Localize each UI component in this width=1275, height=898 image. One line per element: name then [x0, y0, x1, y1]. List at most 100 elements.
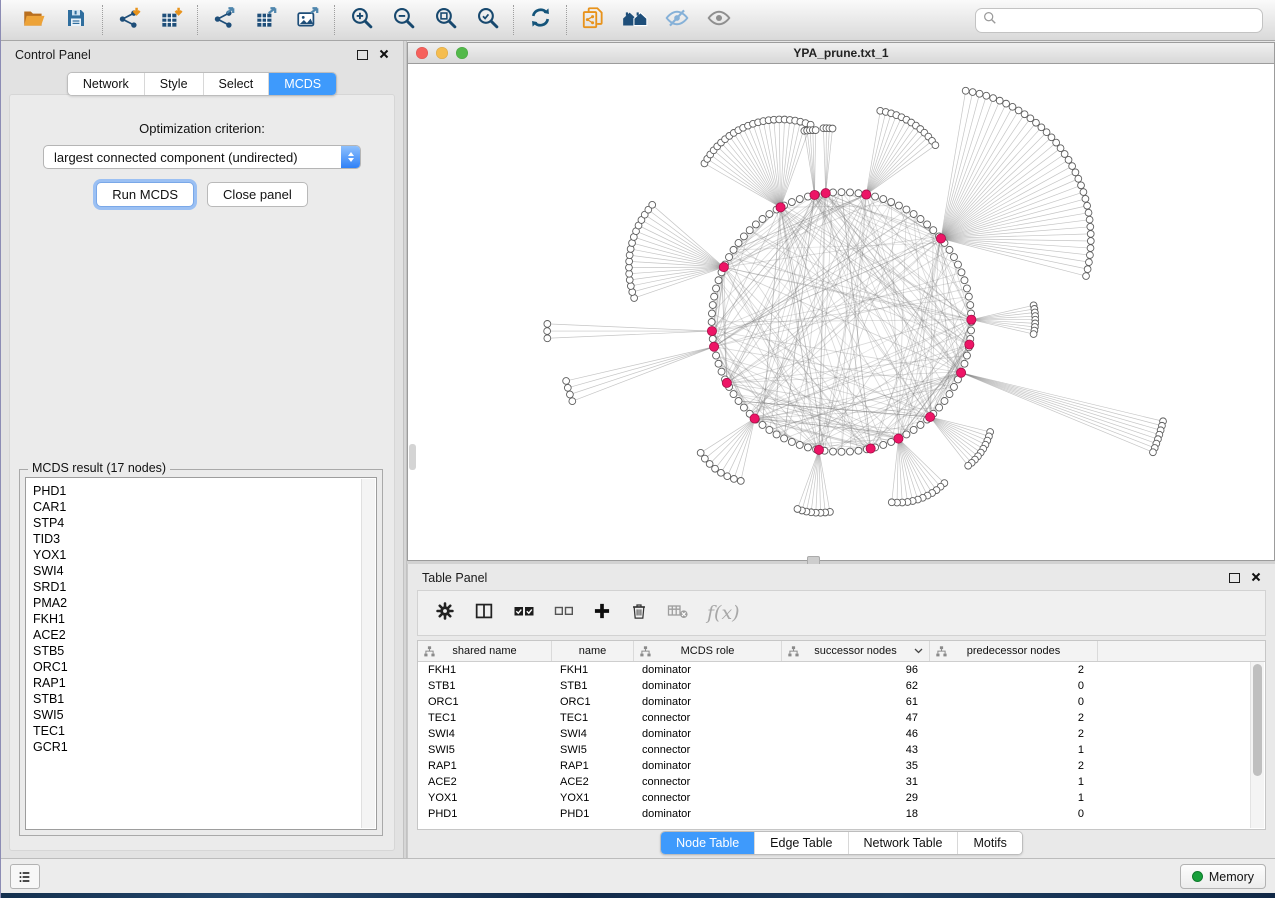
memory-button[interactable]: Memory — [1180, 864, 1266, 889]
cell-mcds-role[interactable]: dominator — [634, 662, 782, 678]
close-window-icon[interactable] — [416, 47, 428, 59]
search-box[interactable] — [975, 8, 1263, 33]
search-input[interactable] — [1002, 12, 1255, 29]
zoom-selected-button[interactable] — [466, 2, 508, 38]
save-session-button[interactable] — [55, 2, 97, 38]
mcds-result-item[interactable]: TEC1 — [26, 723, 376, 739]
cell-shared-name[interactable]: TEC1 — [418, 710, 552, 726]
delete-column-button[interactable] — [629, 600, 649, 627]
tab-style[interactable]: Style — [144, 73, 203, 95]
close-panel-icon[interactable] — [379, 46, 389, 64]
cell-successor-nodes[interactable]: 61 — [782, 694, 930, 710]
cell-mcds-role[interactable]: dominator — [634, 694, 782, 710]
cell-predecessor-nodes[interactable]: 2 — [930, 726, 1098, 742]
export-network-button[interactable] — [203, 2, 245, 38]
table-row[interactable]: YOX1YOX1connector291 — [418, 790, 1265, 806]
task-history-button[interactable] — [10, 864, 40, 889]
table-row[interactable]: ORC1ORC1dominator610 — [418, 694, 1265, 710]
cell-successor-nodes[interactable]: 96 — [782, 662, 930, 678]
table-row[interactable]: ACE2ACE2connector311 — [418, 774, 1265, 790]
open-file-button[interactable] — [13, 2, 55, 38]
cell-predecessor-nodes[interactable]: 2 — [930, 662, 1098, 678]
mcds-result-item[interactable]: PMA2 — [26, 595, 376, 611]
mcds-result-item[interactable]: SWI4 — [26, 563, 376, 579]
import-table-button[interactable] — [150, 2, 192, 38]
export-table-button[interactable] — [245, 2, 287, 38]
mcds-result-item[interactable]: ORC1 — [26, 659, 376, 675]
mcds-result-item[interactable]: ACE2 — [26, 627, 376, 643]
cell-shared-name[interactable]: SWI4 — [418, 726, 552, 742]
cell-name[interactable]: SWI5 — [552, 742, 634, 758]
cell-successor-nodes[interactable]: 18 — [782, 806, 930, 822]
cell-name[interactable]: YOX1 — [552, 790, 634, 806]
cell-name[interactable]: ORC1 — [552, 694, 634, 710]
column-visibility-button[interactable] — [473, 600, 495, 627]
column-header-shared-name[interactable]: shared name — [418, 641, 552, 661]
run-mcds-button[interactable]: Run MCDS — [96, 182, 194, 207]
zoom-out-button[interactable] — [382, 2, 424, 38]
mcds-result-item[interactable]: FKH1 — [26, 611, 376, 627]
cell-successor-nodes[interactable]: 29 — [782, 790, 930, 806]
hide-selected-button[interactable] — [656, 2, 698, 38]
tab-mcds[interactable]: MCDS — [268, 73, 336, 95]
cell-mcds-role[interactable]: connector — [634, 774, 782, 790]
import-network-button[interactable] — [108, 2, 150, 38]
cell-shared-name[interactable]: SWI5 — [418, 742, 552, 758]
cell-mcds-role[interactable]: dominator — [634, 726, 782, 742]
column-header-name[interactable]: name — [552, 641, 634, 661]
canvas-scroll-nub[interactable] — [409, 444, 416, 470]
network-canvas[interactable] — [407, 64, 1275, 561]
cell-name[interactable]: STB1 — [552, 678, 634, 694]
cell-mcds-role[interactable]: dominator — [634, 758, 782, 774]
close-panel-button[interactable]: Close panel — [207, 182, 308, 207]
float-table-panel-icon[interactable] — [1229, 573, 1240, 583]
cell-shared-name[interactable]: ACE2 — [418, 774, 552, 790]
cell-shared-name[interactable]: FKH1 — [418, 662, 552, 678]
cell-predecessor-nodes[interactable]: 2 — [930, 710, 1098, 726]
cell-shared-name[interactable]: ORC1 — [418, 694, 552, 710]
tab-motifs[interactable]: Motifs — [957, 832, 1021, 854]
cell-mcds-role[interactable]: dominator — [634, 806, 782, 822]
table-row[interactable]: TEC1TEC1connector472 — [418, 710, 1265, 726]
criterion-select[interactable]: largest connected component (undirected) — [43, 145, 361, 169]
add-column-button[interactable] — [592, 601, 612, 626]
cell-name[interactable]: ACE2 — [552, 774, 634, 790]
table-row[interactable]: SWI5SWI5connector431 — [418, 742, 1265, 758]
cell-name[interactable]: TEC1 — [552, 710, 634, 726]
mcds-result-item[interactable]: GCR1 — [26, 739, 376, 755]
cell-shared-name[interactable]: PHD1 — [418, 806, 552, 822]
mcds-result-item[interactable]: TID3 — [26, 531, 376, 547]
zoom-in-button[interactable] — [340, 2, 382, 38]
cell-predecessor-nodes[interactable]: 1 — [930, 742, 1098, 758]
cell-name[interactable]: SWI4 — [552, 726, 634, 742]
cell-shared-name[interactable]: YOX1 — [418, 790, 552, 806]
cell-name[interactable]: PHD1 — [552, 806, 634, 822]
cell-successor-nodes[interactable]: 62 — [782, 678, 930, 694]
mcds-result-item[interactable]: CAR1 — [26, 499, 376, 515]
zoom-window-icon[interactable] — [456, 47, 468, 59]
cell-mcds-role[interactable]: dominator — [634, 678, 782, 694]
cell-shared-name[interactable]: STB1 — [418, 678, 552, 694]
tab-edge-table[interactable]: Edge Table — [754, 832, 847, 854]
cell-successor-nodes[interactable]: 46 — [782, 726, 930, 742]
table-scrollbar[interactable] — [1250, 662, 1264, 828]
mcds-result-item[interactable]: SWI5 — [26, 707, 376, 723]
export-image-button[interactable] — [287, 2, 329, 38]
cell-mcds-role[interactable]: connector — [634, 710, 782, 726]
table-settings-gear-button[interactable] — [434, 600, 456, 627]
cell-predecessor-nodes[interactable]: 0 — [930, 806, 1098, 822]
refresh-button[interactable] — [519, 2, 561, 38]
table-scrollbar-thumb[interactable] — [1253, 664, 1262, 776]
cell-successor-nodes[interactable]: 31 — [782, 774, 930, 790]
cell-mcds-role[interactable]: connector — [634, 742, 782, 758]
tab-node-table[interactable]: Node Table — [661, 832, 754, 854]
mcds-result-item[interactable]: PHD1 — [26, 483, 376, 499]
mcds-result-item[interactable]: SRD1 — [26, 579, 376, 595]
cell-predecessor-nodes[interactable]: 2 — [930, 758, 1098, 774]
mcds-result-item[interactable]: YOX1 — [26, 547, 376, 563]
close-table-panel-icon[interactable] — [1251, 569, 1261, 587]
first-neighbors-button[interactable] — [614, 2, 656, 38]
cell-predecessor-nodes[interactable]: 0 — [930, 678, 1098, 694]
duplicate-network-button[interactable] — [572, 2, 614, 38]
tab-select[interactable]: Select — [203, 73, 269, 95]
